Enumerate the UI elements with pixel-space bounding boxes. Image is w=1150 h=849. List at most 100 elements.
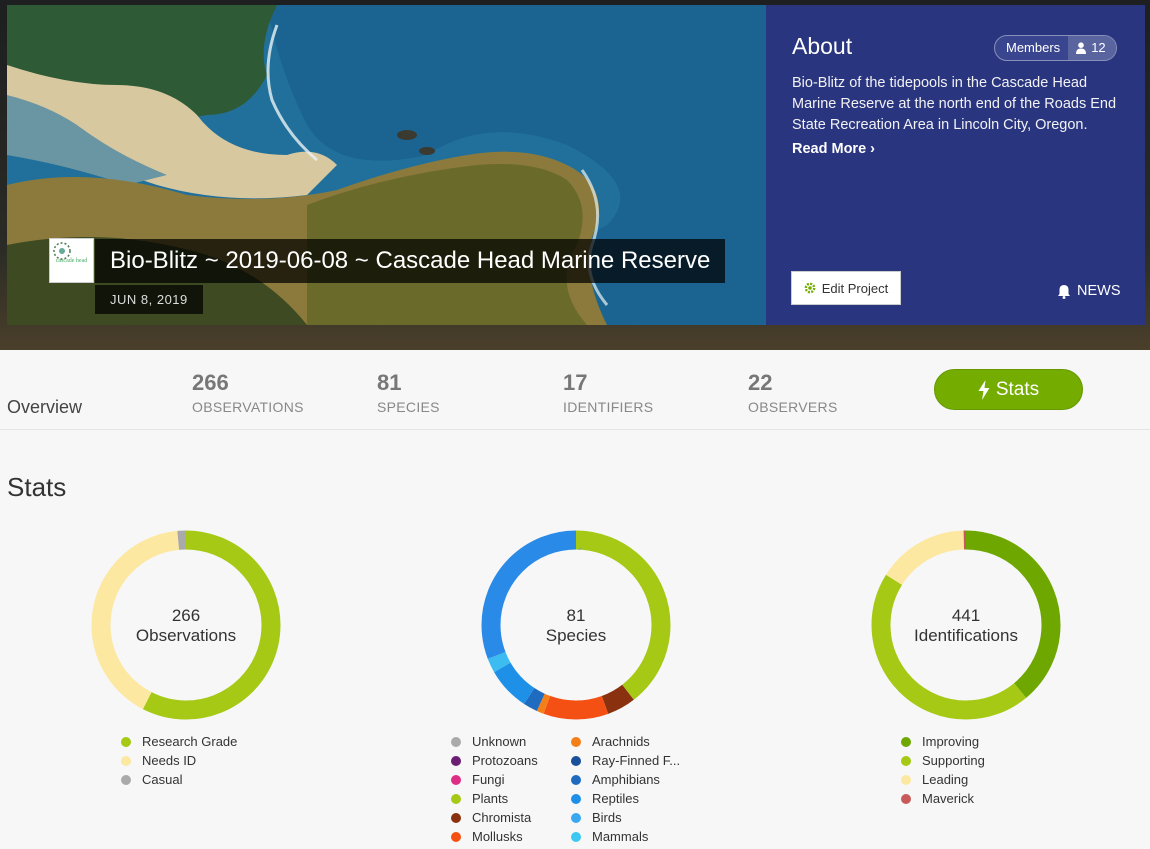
edit-project-label: Edit Project (821, 280, 889, 296)
legend-label: Chromista (472, 810, 532, 825)
legend-item: Casual (121, 770, 237, 789)
stat-label: OBSERVATIONS (192, 399, 304, 415)
legend-swatch (121, 736, 131, 747)
legend-item: Mammals (571, 827, 680, 846)
legend-swatch (571, 755, 581, 766)
legend-item: Maverick (901, 789, 985, 808)
legend-item: Amphibians (571, 770, 680, 789)
legend-label: Needs ID (142, 753, 197, 768)
species-legend-column-1: Unknown Protozoans Fungi Plants Chromista Mol… (451, 732, 538, 846)
donut-center-value: 441 (951, 606, 981, 625)
legend-label: Mammals (592, 829, 649, 844)
legend-swatch (451, 774, 461, 785)
legend-item: Mollusks (451, 827, 538, 846)
donut-center-value: 266 (171, 606, 201, 625)
donut-center-label: Identifications (914, 626, 1018, 645)
stat-value: 81 (377, 370, 402, 395)
stat-value: 266 (192, 370, 229, 395)
edit-project-button[interactable]: Edit Project (791, 271, 901, 305)
legend-item: Ray-Finned F... (571, 751, 680, 770)
about-title: About (792, 33, 853, 59)
leaf-logo-icon (53, 242, 71, 260)
legend-item: Needs ID (121, 751, 237, 770)
legend-item: Reptiles (571, 789, 680, 808)
members-label: Members (1006, 40, 1061, 55)
legend-label: Ray-Finned F... (592, 753, 681, 768)
read-more-label: Read More (792, 141, 867, 157)
legend-label: Amphibians (592, 772, 660, 787)
legend-swatch (901, 755, 911, 766)
legend-label: Casual (142, 772, 183, 787)
legend-label: Plants (472, 791, 509, 806)
legend-label: Arachnids (592, 734, 650, 749)
legend-label: Birds (592, 810, 622, 825)
legend-swatch (121, 774, 131, 785)
donut-center: 266 Observations (91, 606, 281, 646)
legend-swatch (571, 793, 581, 804)
news-link[interactable]: NEWS (1057, 283, 1121, 299)
legend-swatch (451, 831, 461, 842)
legend-item: Plants (451, 789, 538, 808)
legend-swatch (901, 736, 911, 747)
stats-button-label: Stats (995, 378, 1040, 400)
observations-legend: Research Grade Needs ID Casual (121, 732, 237, 789)
legend-swatch (901, 793, 911, 804)
legend-label: Improving (922, 734, 980, 749)
species-legend-column-2: Arachnids Ray-Finned F... Amphibians Reptil… (571, 732, 680, 846)
legend-swatch (571, 812, 581, 823)
legend-swatch (901, 774, 911, 785)
chevron-right-icon: › (870, 141, 876, 157)
overview-bar: Overview 266 OBSERVATIONS 81 SPECIES 17 … (0, 350, 1150, 430)
members-button[interactable]: Members 12 (994, 35, 1117, 61)
user-icon (1076, 42, 1087, 54)
legend-item: Fungi (451, 770, 538, 789)
about-description: Bio-Blitz of the tidepools in the Cascad… (792, 75, 1117, 133)
identifications-donut: 441 Identifications (871, 530, 1061, 720)
legend-swatch (451, 812, 461, 823)
legend-label: Fungi (472, 772, 505, 787)
species-stat[interactable]: 81 SPECIES (377, 370, 440, 415)
legend-swatch (451, 736, 461, 747)
observations-donut: 266 Observations (91, 530, 281, 720)
legend-swatch (451, 793, 461, 804)
legend-swatch (571, 774, 581, 785)
gear-icon (804, 282, 816, 294)
donut-center: 81 Species (481, 606, 671, 646)
stat-value: 17 (563, 370, 588, 395)
legend-item: Improving (901, 732, 985, 751)
overview-tab[interactable]: Overview (7, 397, 82, 418)
legend-label: Leading (922, 772, 969, 787)
legend-item: Birds (571, 808, 680, 827)
news-label: NEWS (1077, 283, 1121, 299)
legend-swatch (571, 831, 581, 842)
stat-label: OBSERVERS (748, 399, 838, 415)
legend-item: Protozoans (451, 751, 538, 770)
legend-label: Reptiles (592, 791, 639, 806)
donut-center-label: Species (545, 626, 607, 645)
read-more-link[interactable]: Read More › (792, 141, 875, 157)
donut-center-label: Observations (135, 626, 237, 645)
about-panel: About Members 12 Bio-Blitz of the tidepo… (766, 5, 1145, 325)
stats-button[interactable]: Stats (934, 369, 1083, 410)
legend-label: Supporting (922, 753, 985, 768)
project-date: JUN 8, 2019 (95, 285, 203, 314)
legend-item: Leading (901, 770, 985, 789)
donut-center: 441 Identifications (871, 606, 1061, 646)
stat-value: 22 (748, 370, 773, 395)
observations-stat[interactable]: 266 OBSERVATIONS (192, 370, 304, 415)
species-donut: 81 Species (481, 530, 671, 720)
observers-stat[interactable]: 22 OBSERVERS (748, 370, 838, 415)
legend-item: Chromista (451, 808, 538, 827)
legend-label: Maverick (922, 791, 975, 806)
legend-item: Supporting (901, 751, 985, 770)
stat-label: SPECIES (377, 399, 440, 415)
project-logo[interactable]: cascade head (49, 238, 94, 283)
donut-center-value: 81 (566, 606, 586, 625)
lightning-icon (978, 379, 990, 400)
identifiers-stat[interactable]: 17 IDENTIFIERS (563, 370, 653, 415)
legend-label: Mollusks (472, 829, 523, 844)
legend-swatch (121, 755, 131, 766)
legend-item: Research Grade (121, 732, 237, 751)
bell-icon (1058, 284, 1070, 299)
legend-label: Protozoans (472, 753, 538, 768)
